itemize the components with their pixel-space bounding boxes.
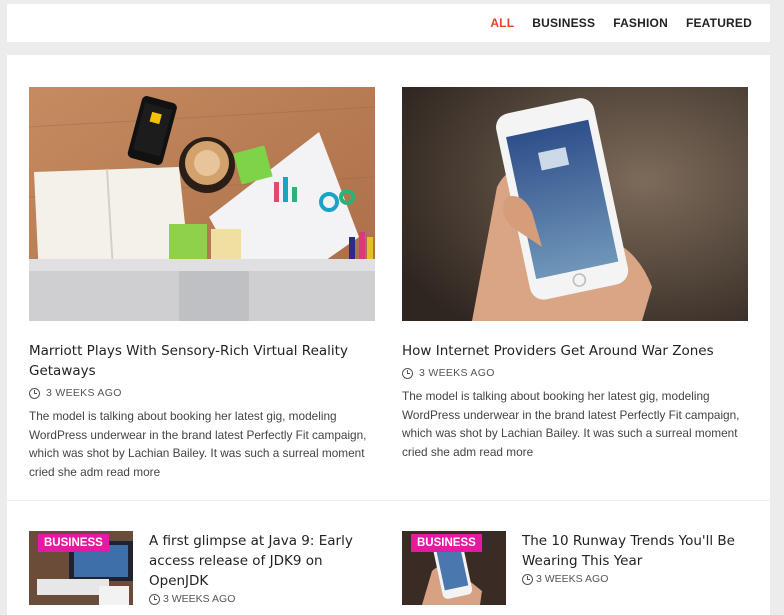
post-meta: 3 WEEKS AGO xyxy=(402,367,748,379)
category-badge[interactable]: BUSINESS xyxy=(411,534,482,552)
post-card: Marriott Plays With Sensory-Rich Virtual… xyxy=(29,87,375,481)
tab-business[interactable]: BUSINESS xyxy=(532,16,595,30)
clock-icon xyxy=(402,367,413,379)
post-image-phone[interactable] xyxy=(402,87,748,321)
tab-all[interactable]: ALL xyxy=(490,16,514,30)
section-divider xyxy=(7,500,770,501)
small-post-title[interactable]: The 10 Runway Trends You'll Be Wearing T… xyxy=(522,531,752,571)
small-post-meta: 3 WEEKS AGO xyxy=(149,593,379,605)
post-excerpt: The model is talking about booking her l… xyxy=(29,409,367,479)
category-tabs: ALL BUSINESS FASHION FEATURED xyxy=(490,16,752,30)
post-image-desk[interactable] xyxy=(29,87,375,321)
clock-icon xyxy=(29,387,40,399)
tab-fashion[interactable]: FASHION xyxy=(613,16,668,30)
small-post-text: The 10 Runway Trends You'll Be Wearing T… xyxy=(522,531,752,585)
filter-bar: ALL BUSINESS FASHION FEATURED xyxy=(7,4,770,42)
small-post-image-phone[interactable]: BUSINESS xyxy=(402,531,506,605)
post-card: How Internet Providers Get Around War Zo… xyxy=(402,87,748,461)
post-excerpt: The model is talking about booking her l… xyxy=(402,389,740,459)
small-post-date: 3 WEEKS AGO xyxy=(163,593,236,605)
small-post-meta: 3 WEEKS AGO xyxy=(522,573,752,585)
small-post-text: A first glimpse at Java 9: Early access … xyxy=(149,531,379,605)
tab-featured[interactable]: FEATURED xyxy=(686,16,752,30)
clock-icon xyxy=(522,573,533,585)
small-post-date: 3 WEEKS AGO xyxy=(536,573,609,585)
small-post-image-laptop[interactable]: BUSINESS xyxy=(29,531,133,605)
post-title[interactable]: How Internet Providers Get Around War Zo… xyxy=(402,341,748,361)
post-meta: 3 WEEKS AGO xyxy=(29,387,375,399)
post-date: 3 WEEKS AGO xyxy=(419,367,495,379)
post-title[interactable]: Marriott Plays With Sensory-Rich Virtual… xyxy=(29,341,375,381)
posts-panel: Marriott Plays With Sensory-Rich Virtual… xyxy=(7,55,770,615)
post-date: 3 WEEKS AGO xyxy=(46,387,122,399)
category-badge[interactable]: BUSINESS xyxy=(38,534,109,552)
small-post-title[interactable]: A first glimpse at Java 9: Early access … xyxy=(149,531,379,591)
clock-icon xyxy=(149,593,160,605)
